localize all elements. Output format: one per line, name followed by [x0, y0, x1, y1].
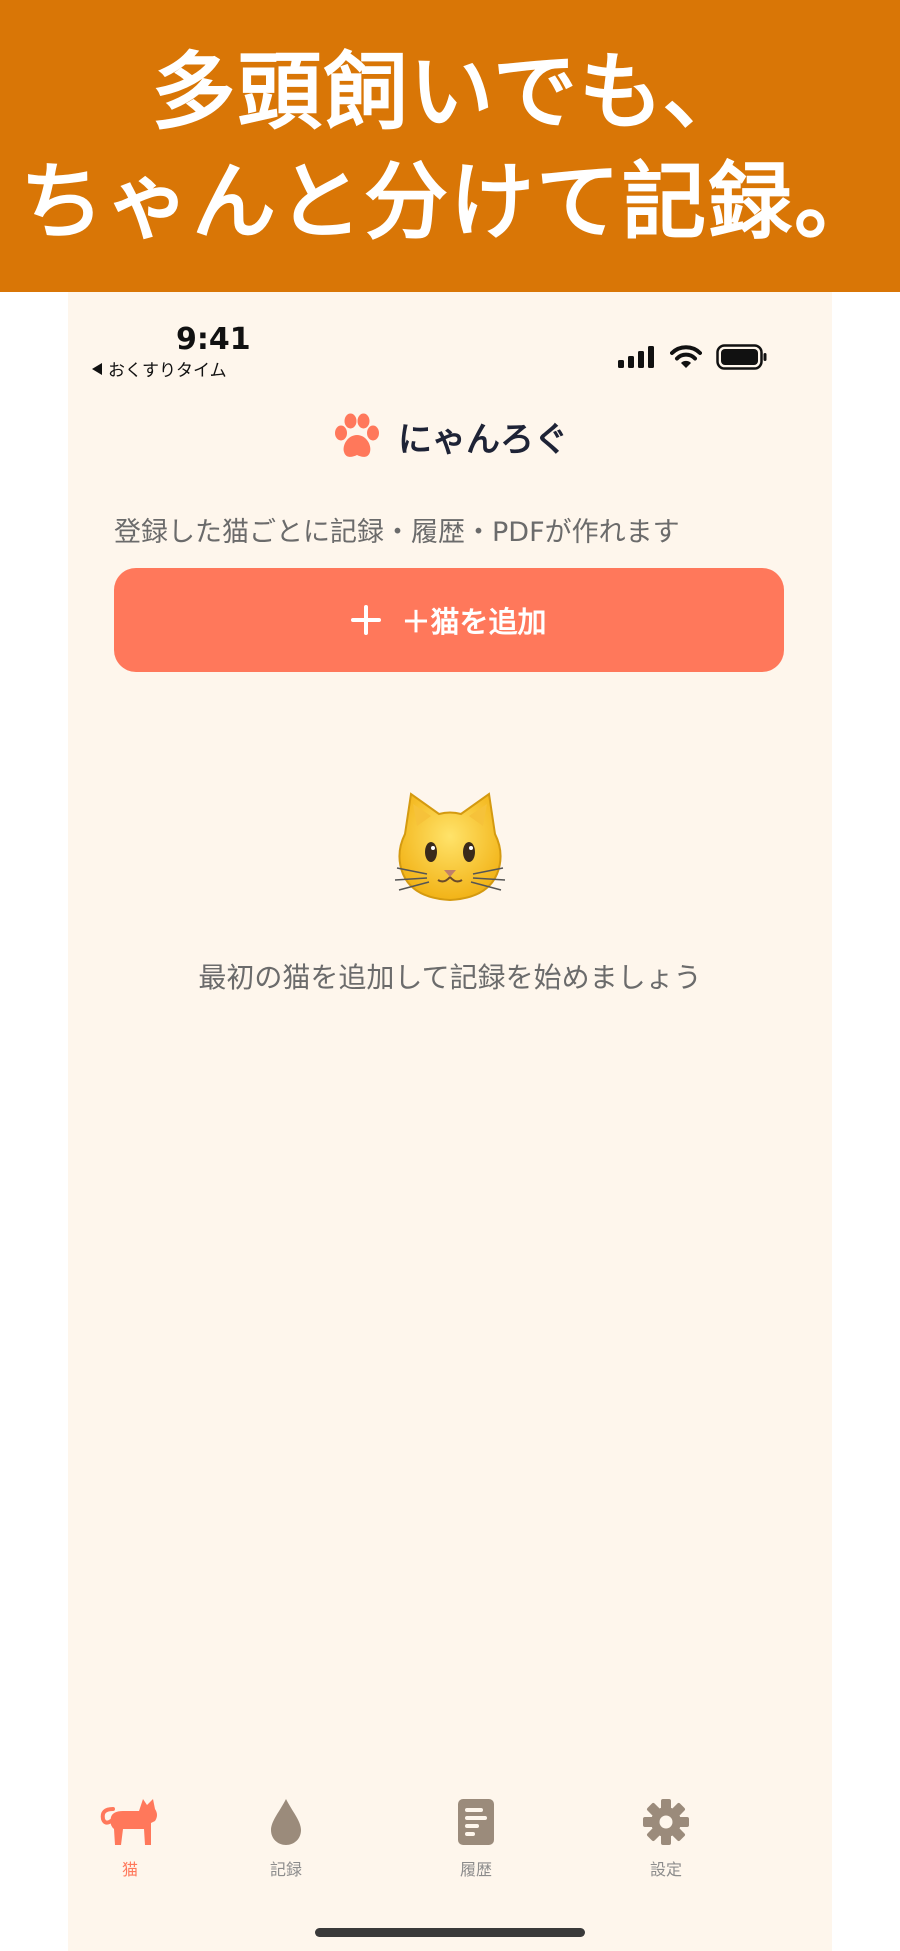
back-arrow-icon: [92, 362, 102, 375]
cellular-signal-icon: [618, 346, 654, 368]
add-cat-label: ＋猫を追加: [401, 605, 547, 639]
paw-icon: [335, 413, 379, 457]
document-icon: [458, 1799, 494, 1845]
tab-history[interactable]: 履歴: [416, 1792, 536, 1880]
plus-icon: [351, 605, 382, 635]
subtitle-description: 登録した猫ごとに記録・履歴・PDFが作れます: [114, 517, 680, 548]
banner-headline-line1: 多頭飼いでも、: [151, 43, 749, 141]
tab-records[interactable]: 記録: [226, 1792, 346, 1880]
phone-screen: 9:41 おくすりタイム にゃんろぐ 登録した猫ごとに記録・履歴・PDFが作れま…: [68, 292, 832, 1951]
gear-icon: [643, 1799, 689, 1845]
status-indicators: [618, 344, 768, 370]
status-time: 9:41: [176, 322, 251, 357]
tab-bar: 猫 記録 履歴 設定: [68, 1792, 832, 1902]
wifi-icon: [670, 345, 702, 368]
cat-face-icon: [394, 792, 506, 902]
empty-state-message: 最初の猫を追加して記録を始めましょう: [198, 961, 702, 994]
back-app-label: おくすりタイム: [108, 361, 227, 381]
tab-history-label: 履歴: [459, 1860, 492, 1879]
battery-icon: [716, 344, 767, 370]
back-to-app-link[interactable]: おくすりタイム: [92, 356, 227, 381]
tab-cats[interactable]: 猫: [70, 1792, 190, 1880]
app-header: にゃんろぐ: [68, 412, 832, 461]
add-cat-button[interactable]: ＋猫を追加: [114, 568, 784, 672]
tab-records-label: 記録: [269, 1860, 302, 1879]
tab-settings[interactable]: 設定: [606, 1792, 726, 1880]
app-title: にゃんろぐ: [398, 420, 568, 460]
banner-headline-line2: ちゃんと分けて記録。: [19, 153, 880, 251]
cat-icon: [100, 1799, 157, 1845]
tab-settings-label: 設定: [649, 1860, 682, 1879]
home-indicator[interactable]: [315, 1928, 585, 1937]
drop-icon: [271, 1799, 301, 1845]
tab-cats-label: 猫: [121, 1860, 138, 1879]
promo-banner: 多頭飼いでも、 ちゃんと分けて記録。: [0, 0, 900, 292]
